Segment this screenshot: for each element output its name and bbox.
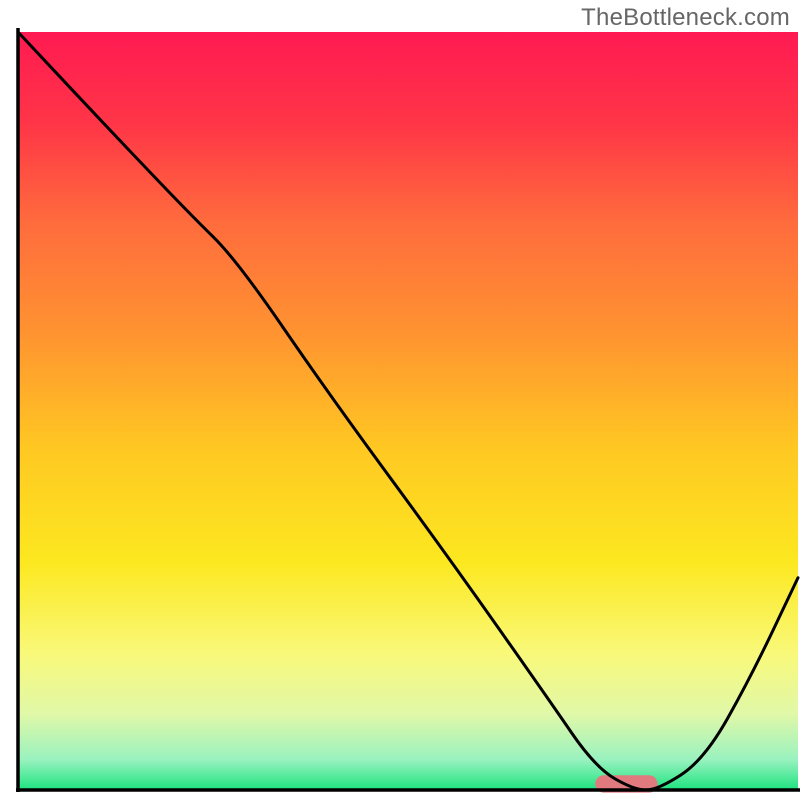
watermark-text: TheBottleneck.com bbox=[581, 4, 790, 32]
plot-svg bbox=[0, 0, 800, 800]
bottleneck-chart: TheBottleneck.com bbox=[0, 0, 800, 800]
gradient-background bbox=[18, 32, 798, 790]
plot-area bbox=[16, 28, 800, 793]
